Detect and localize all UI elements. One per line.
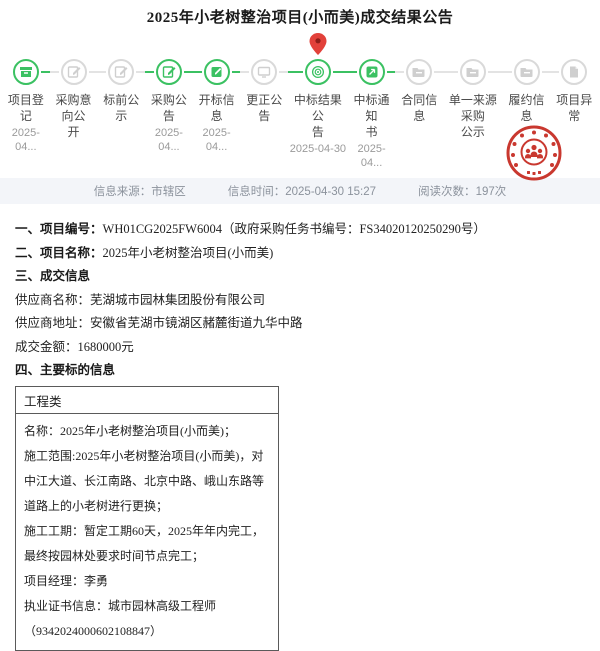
- timeline-step-project-registration[interactable]: 项目登记 2025-04...: [2, 59, 50, 154]
- folder-icon: [460, 59, 486, 85]
- step-label: 中标结果公 告: [288, 92, 348, 140]
- supplier-address-line: 供应商地址：安徽省芜湖市镜湖区赭麓街道九华中路: [15, 312, 585, 336]
- timeline-step-procurement-intent[interactable]: 采购意向公 开: [50, 59, 98, 142]
- info-views-label: 阅读次数：: [418, 186, 476, 198]
- info-source: 信息来源：市辖区: [94, 183, 186, 199]
- timeline-step-award-result[interactable]: 中标结果公 告 2025-04-30: [288, 59, 348, 156]
- info-time: 信息时间：2025-04-30 15:27: [228, 183, 376, 199]
- deal-amount-line: 成交金额：1680000元: [15, 336, 585, 360]
- info-views: 阅读次数：197次: [418, 183, 506, 199]
- step-date: 2025-04...: [348, 142, 396, 170]
- project-name-value: 2025年小老树整治项目(小而美): [103, 246, 274, 260]
- subject-table-header: 工程类: [16, 387, 278, 414]
- step-date: 2025-04-30: [290, 142, 346, 156]
- project-name-label: 二、项目名称：: [15, 246, 103, 260]
- table-row-duration: 施工工期：暂定工期60天，2025年年内完工，最终按园林处要求时间节点完工；: [24, 519, 270, 569]
- step-label: 中标通知 书: [348, 92, 396, 140]
- step-label: 项目异 常: [556, 92, 592, 124]
- project-number-label: 一、项目编号：: [15, 222, 103, 236]
- table-row-certificate: 执业证书信息：城市园林高级工程师（9342024000602108847）: [24, 594, 270, 644]
- edit-document-icon: [204, 59, 230, 85]
- folder-icon: [406, 59, 432, 85]
- subject-table-body: 名称：2025年小老树整治项目(小而美)； 施工范围:2025年小老树整治项目(…: [16, 414, 278, 650]
- project-number-line: 一、项目编号：WH01CG2025FW6004（政府采购任务书编号：FS3402…: [15, 218, 585, 242]
- step-label: 标前公 示: [103, 92, 139, 124]
- target-icon: [305, 59, 331, 85]
- timeline-step-project-abnormal[interactable]: 项目异 常: [550, 59, 598, 126]
- timeline-step-award-notice[interactable]: 中标通知 书 2025-04...: [348, 59, 396, 170]
- announcement-body: 一、项目编号：WH01CG2025FW6004（政府采购任务书编号：FS3402…: [0, 204, 600, 651]
- project-number-value: WH01CG2025FW6004（政府采购任务书编号：FS34020120250…: [103, 222, 486, 236]
- step-label: 采购公告: [145, 92, 193, 124]
- supplier-name-line: 供应商名称：芜湖城市园林集团股份有限公司: [15, 289, 585, 313]
- table-row-scope: 施工范围:2025年小老树整治项目(小而美)，对中江大道、长江南路、北京中路、峨…: [24, 444, 270, 519]
- timeline-step-prebid-publicity[interactable]: 标前公 示: [97, 59, 145, 126]
- edit-document-icon: [61, 59, 87, 85]
- deal-info-heading: 三、成交信息: [15, 265, 585, 289]
- step-label: 履约信 息: [509, 92, 545, 124]
- edit-document-icon: [156, 59, 182, 85]
- official-seal: [505, 124, 563, 187]
- step-label: 更正公 告: [246, 92, 282, 124]
- step-label: 项目登记: [2, 92, 50, 124]
- page-title: 2025年小老树整治项目(小而美)成交结果公告: [0, 0, 600, 27]
- step-date: 2025-04...: [193, 126, 241, 154]
- subject-info-heading: 四、主要标的信息: [15, 359, 585, 383]
- step-label: 采购意向公 开: [50, 92, 98, 140]
- timeline-step-procurement-announcement[interactable]: 采购公告 2025-04...: [145, 59, 193, 154]
- timeline-step-bid-opening[interactable]: 开标信息 2025-04...: [193, 59, 241, 154]
- step-label: 开标信息: [193, 92, 241, 124]
- info-source-label: 信息来源：: [94, 186, 152, 198]
- monitor-icon: [251, 59, 277, 85]
- info-source-value: 市辖区: [151, 186, 186, 198]
- table-row-manager: 项目经理：李勇: [24, 569, 270, 594]
- timeline-step-single-source[interactable]: 单一来源采购 公示: [443, 59, 503, 142]
- timeline-step-contract-info[interactable]: 合同信 息: [395, 59, 443, 126]
- step-date: 2025-04...: [2, 126, 50, 154]
- step-label: 单一来源采购 公示: [443, 92, 503, 140]
- info-views-value: 197次: [476, 186, 507, 198]
- edit-document-icon: [108, 59, 134, 85]
- notice-document-icon: [359, 59, 385, 85]
- step-date: 2025-04...: [145, 126, 193, 154]
- subject-info-table: 工程类 名称：2025年小老树整治项目(小而美)； 施工范围:2025年小老树整…: [15, 386, 279, 651]
- folder-icon: [514, 59, 540, 85]
- info-time-label: 信息时间：: [228, 186, 286, 198]
- timeline-step-performance-info[interactable]: 履约信 息: [503, 59, 551, 126]
- current-step-pin-icon: [309, 33, 326, 60]
- table-row-name: 名称：2025年小老树整治项目(小而美)；: [24, 419, 270, 444]
- document-icon: [561, 59, 587, 85]
- timeline-step-correction[interactable]: 更正公 告: [240, 59, 288, 126]
- step-label: 合同信 息: [401, 92, 437, 124]
- archive-box-icon: [13, 59, 39, 85]
- info-time-value: 2025-04-30 15:27: [285, 186, 376, 198]
- project-name-line: 二、项目名称：2025年小老树整治项目(小而美): [15, 242, 585, 266]
